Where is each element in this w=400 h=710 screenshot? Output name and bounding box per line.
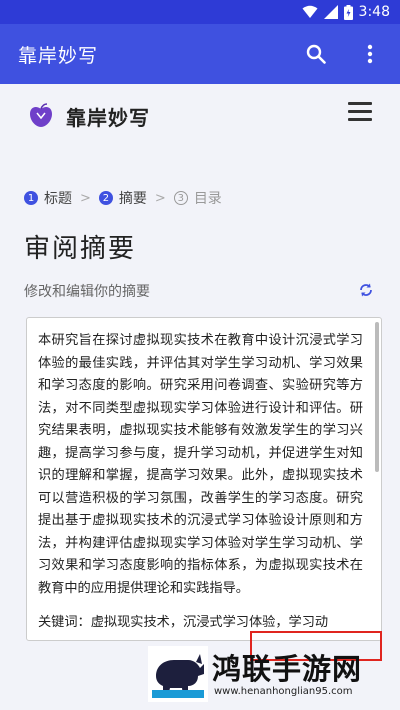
step-label: 标题	[44, 191, 72, 207]
scrollbar[interactable]	[375, 322, 379, 472]
bull-logo-icon	[148, 646, 208, 702]
watermark-url: www.henanhonglian95.com	[214, 686, 353, 697]
menu-icon	[348, 102, 372, 105]
more-vert-icon	[367, 44, 373, 64]
search-icon	[306, 44, 326, 64]
step-number: 2	[98, 191, 113, 205]
keywords-text: 关键词：虚拟现实技术，沉浸式学习体验，学习动	[38, 615, 329, 630]
step-title[interactable]: 1 标题	[24, 188, 72, 208]
chevron-right-icon: >	[80, 190, 91, 206]
page-subtitle: 修改和编辑你的摘要	[24, 284, 150, 300]
abstract-text: 本研究旨在探讨虚拟现实技术在教育中设计沉浸式学习体验的最佳实践，并评估其对学生学…	[38, 333, 363, 596]
chevron-right-icon: >	[154, 190, 166, 206]
watermark-name: 鸿联手游网	[212, 652, 363, 686]
app-title: 靠岸妙写	[18, 44, 99, 67]
wifi-icon	[302, 5, 318, 19]
site-brand: 靠岸妙写	[66, 105, 150, 130]
web-content: 靠岸妙写 1 标题 > 2 摘要 > 3 目录 审阅摘要 修改和编辑你的摘要 本…	[0, 84, 400, 710]
step-number: 3	[173, 191, 188, 205]
hamburger-menu-button[interactable]	[348, 102, 372, 124]
step-number: 1	[24, 191, 38, 205]
app-bar: 靠岸妙写	[0, 24, 400, 84]
step-label: 目录	[193, 191, 222, 207]
status-time: 3:48	[358, 4, 390, 20]
apple-logo-icon	[30, 103, 52, 127]
step-label: 摘要	[118, 191, 147, 207]
step-abstract[interactable]: 2 摘要	[98, 188, 147, 208]
more-options-button[interactable]	[350, 34, 390, 74]
site-watermark: 鸿联手游网 www.henanhonglian95.com	[148, 646, 400, 702]
site-header: 靠岸妙写	[0, 84, 400, 148]
step-toc[interactable]: 3 目录	[173, 188, 222, 208]
step-breadcrumb: 1 标题 > 2 摘要 > 3 目录	[24, 188, 222, 208]
abstract-textarea[interactable]: 本研究旨在探讨虚拟现实技术在教育中设计沉浸式学习体验的最佳实践，并评估其对学生学…	[26, 317, 382, 641]
page-title: 审阅摘要	[24, 234, 137, 264]
status-bar: 3:48	[0, 0, 400, 24]
search-button[interactable]	[296, 34, 336, 74]
battery-icon	[343, 4, 353, 20]
refresh-icon[interactable]	[358, 282, 374, 298]
signal-icon	[323, 5, 338, 19]
